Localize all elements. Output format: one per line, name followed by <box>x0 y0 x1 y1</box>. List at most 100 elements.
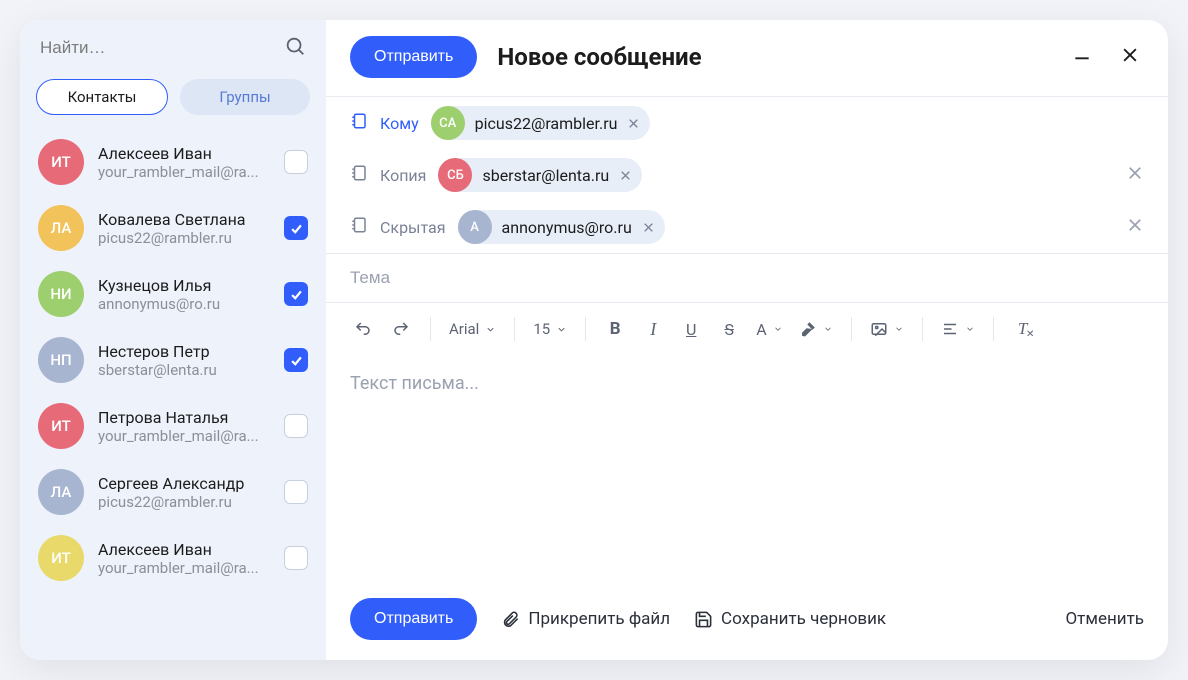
contact-row[interactable]: НИ Кузнецов Ильяannonymus@ro.ru <box>20 261 326 327</box>
avatar: ИТ <box>38 139 84 185</box>
to-chip[interactable]: CA picus22@rambler.ru <box>431 106 651 140</box>
tab-groups[interactable]: Группы <box>180 79 310 115</box>
body-input[interactable] <box>350 373 1144 564</box>
contact-row[interactable]: ИТАлексеев Иванyour_rambler_mail@ra... <box>20 129 326 195</box>
contact-name: Кузнецов Илья <box>98 276 270 295</box>
contact-checkbox[interactable] <box>284 480 308 504</box>
contact-name: Петрова Наталья <box>98 408 270 427</box>
save-draft-label: Сохранить черновик <box>721 609 886 629</box>
search-icon[interactable] <box>284 35 306 61</box>
contact-text: Алексеев Иванyour_rambler_mail@ra... <box>98 540 270 577</box>
contact-row[interactable]: ИТ Алексеев Иванyour_rambler_mail@ra... <box>20 525 326 591</box>
body-area <box>326 355 1168 582</box>
contact-checkbox[interactable] <box>284 414 308 438</box>
image-button[interactable] <box>864 313 910 345</box>
underline-button[interactable]: U <box>674 313 708 345</box>
address-book-icon[interactable] <box>350 216 368 238</box>
attach-button[interactable]: Прикрепить файл <box>501 609 670 629</box>
font-family-select[interactable]: Arial <box>443 313 502 345</box>
contact-checkbox[interactable] <box>284 546 308 570</box>
bold-button[interactable]: B <box>598 313 632 345</box>
chip-avatar: СБ <box>438 158 472 192</box>
chip-avatar: CA <box>431 106 465 140</box>
bcc-row[interactable]: Скрытая A annonymus@ro.ru <box>326 201 1168 253</box>
contact-text: Нестеров Петрsberstar@lenta.ru <box>98 342 270 379</box>
clear-format-button[interactable]: T✕ <box>1006 313 1040 345</box>
contact-name: Алексеев Иван <box>98 540 270 559</box>
italic-button[interactable]: I <box>636 313 670 345</box>
bcc-chip[interactable]: A annonymus@ro.ru <box>458 210 665 244</box>
contact-row[interactable]: ИТ Петрова Натальяyour_rambler_mail@ra... <box>20 393 326 459</box>
highlight-button[interactable] <box>793 313 839 345</box>
chevron-down-icon <box>556 324 567 335</box>
avatar: ИТ <box>38 403 84 449</box>
contact-text: Петрова Натальяyour_rambler_mail@ra... <box>98 408 270 445</box>
paperclip-icon <box>501 610 520 629</box>
sidebar: Контакты Группы ИТАлексеев Иванyour_ramb… <box>20 20 326 660</box>
remove-cc-icon[interactable] <box>1126 164 1144 186</box>
contact-text: Кузнецов Ильяannonymus@ro.ru <box>98 276 270 313</box>
align-button[interactable] <box>935 313 981 345</box>
contact-email: picus22@rambler.ru <box>98 229 270 247</box>
send-button-top[interactable]: Отправить <box>350 36 477 78</box>
send-button-bottom[interactable]: Отправить <box>350 598 477 640</box>
cc-row[interactable]: Копия СБ sberstar@lenta.ru <box>326 149 1168 201</box>
contact-text: Ковалева Светланаpicus22@rambler.ru <box>98 210 270 247</box>
redo-button[interactable] <box>384 313 418 345</box>
sidebar-tabs: Контакты Группы <box>20 71 326 129</box>
contact-email: your_rambler_mail@ra... <box>98 427 270 445</box>
remove-bcc-icon[interactable] <box>1126 216 1144 238</box>
contact-checkbox[interactable] <box>284 282 308 306</box>
chip-email: annonymus@ro.ru <box>502 218 632 237</box>
search-input[interactable] <box>40 38 274 58</box>
contact-list[interactable]: ИТАлексеев Иванyour_rambler_mail@ra...ЛА… <box>20 129 326 660</box>
subject-input[interactable] <box>350 268 1144 288</box>
contact-email: your_rambler_mail@ra... <box>98 559 270 577</box>
cc-chip[interactable]: СБ sberstar@lenta.ru <box>438 158 642 192</box>
chip-remove-icon[interactable] <box>619 169 632 182</box>
chip-remove-icon[interactable] <box>627 117 640 130</box>
avatar: НИ <box>38 271 84 317</box>
close-icon[interactable] <box>1116 41 1144 73</box>
contact-row[interactable]: ЛАСергеев Александрpicus22@rambler.ru <box>20 459 326 525</box>
separator <box>430 317 431 341</box>
chevron-down-icon <box>485 324 496 335</box>
contact-checkbox[interactable] <box>284 150 308 174</box>
undo-button[interactable] <box>346 313 380 345</box>
contact-email: annonymus@ro.ru <box>98 295 270 313</box>
font-family-label: Arial <box>449 320 479 338</box>
tab-contacts[interactable]: Контакты <box>36 79 168 115</box>
minimize-icon[interactable] <box>1068 41 1096 73</box>
chevron-down-icon <box>965 324 975 334</box>
contact-row[interactable]: НПНестеров Петрsberstar@lenta.ru <box>20 327 326 393</box>
save-draft-button[interactable]: Сохранить черновик <box>694 609 886 629</box>
font-size-select[interactable]: 15 <box>527 313 573 345</box>
address-book-icon[interactable] <box>350 164 368 186</box>
compose-title: Новое сообщение <box>497 43 1048 71</box>
contact-checkbox[interactable] <box>284 348 308 372</box>
subject-row <box>326 253 1168 302</box>
bcc-label: Скрытая <box>380 218 446 237</box>
separator <box>585 317 586 341</box>
recipient-block: Кому CA picus22@rambler.ru Копия СБ sber <box>326 96 1168 253</box>
avatar: ЛА <box>38 205 84 251</box>
avatar: ИТ <box>38 535 84 581</box>
chip-remove-icon[interactable] <box>642 221 655 234</box>
contact-email: picus22@rambler.ru <box>98 493 270 511</box>
chevron-down-icon <box>823 324 833 334</box>
cancel-button[interactable]: Отменить <box>1065 609 1144 629</box>
avatar: ЛА <box>38 469 84 515</box>
contact-checkbox[interactable] <box>284 216 308 240</box>
strikethrough-button[interactable]: S <box>712 313 746 345</box>
chip-email: picus22@rambler.ru <box>475 114 618 133</box>
separator <box>514 317 515 341</box>
to-row[interactable]: Кому CA picus22@rambler.ru <box>326 97 1168 149</box>
font-color-button[interactable]: A <box>750 313 788 345</box>
separator <box>993 317 994 341</box>
compose-footer: Отправить Прикрепить файл Сохранить черн… <box>326 582 1168 660</box>
to-label: Кому <box>380 114 419 133</box>
contact-email: sberstar@lenta.ru <box>98 361 270 379</box>
address-book-icon[interactable] <box>350 112 368 134</box>
contact-row[interactable]: ЛА Ковалева Светланаpicus22@rambler.ru <box>20 195 326 261</box>
contact-name: Нестеров Петр <box>98 342 270 361</box>
